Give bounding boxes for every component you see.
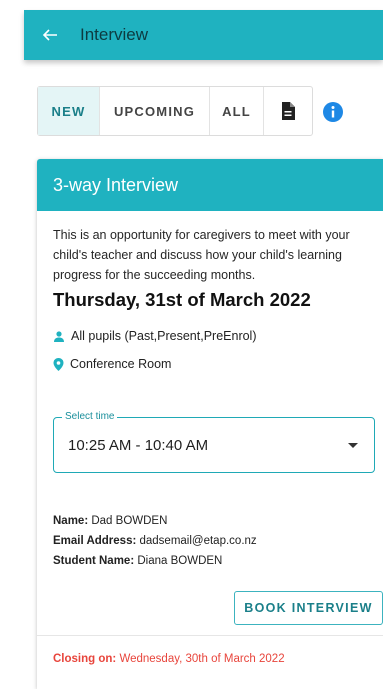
student-value: Diana BOWDEN	[137, 555, 223, 567]
name-line: Name: Dad BOWDEN	[53, 511, 257, 531]
tab-upcoming[interactable]: UPCOMING	[100, 87, 210, 135]
person-icon	[54, 330, 64, 342]
email-line: Email Address: dadsemail@etap.co.nz	[53, 531, 257, 551]
info-button[interactable]	[322, 101, 344, 123]
tab-all[interactable]: ALL	[210, 87, 264, 135]
select-time-label: Select time	[62, 411, 118, 422]
audience-text: All pupils (Past,Present,PreEnrol)	[71, 329, 257, 343]
arrow-left-icon	[42, 29, 57, 41]
card-body: This is an opportunity for caregivers to…	[37, 211, 383, 371]
location-pin-icon	[53, 357, 64, 371]
location-row: Conference Room	[53, 357, 367, 371]
info-icon	[323, 102, 343, 122]
card-title: 3-way Interview	[53, 174, 179, 195]
interview-description: This is an opportunity for caregivers to…	[53, 228, 350, 282]
audience-row: All pupils (Past,Present,PreEnrol)	[53, 329, 367, 343]
document-icon	[282, 102, 295, 120]
back-button[interactable]	[30, 10, 70, 60]
tab-upcoming-label: UPCOMING	[113, 103, 196, 119]
email-label: Email Address:	[53, 535, 137, 547]
name-value: Dad BOWDEN	[91, 515, 168, 527]
interview-date: Thursday, 31st of March 2022	[53, 289, 311, 310]
app-bar: Interview	[24, 10, 383, 60]
user-info: Name: Dad BOWDEN Email Address: dadsemai…	[53, 511, 257, 571]
book-interview-button[interactable]: BOOK INTERVIEW	[234, 591, 383, 625]
divider	[37, 635, 383, 636]
email-value: dadsemail@etap.co.nz	[139, 535, 257, 547]
name-label: Name:	[53, 515, 89, 527]
interview-card: 3-way Interview This is an opportunity f…	[37, 159, 383, 689]
card-header: 3-way Interview	[37, 159, 383, 211]
page-title: Interview	[80, 25, 149, 44]
student-line: Student Name: Diana BOWDEN	[53, 551, 257, 571]
location-text: Conference Room	[70, 357, 172, 371]
select-time-dropdown[interactable]: Select time 10:25 AM - 10:40 AM	[53, 411, 375, 473]
student-label: Student Name:	[53, 555, 135, 567]
closing-label: Closing on:	[53, 653, 117, 665]
tab-all-label: ALL	[222, 103, 251, 119]
tab-new[interactable]: NEW	[38, 87, 100, 135]
filter-tabs: NEW UPCOMING ALL	[37, 86, 313, 136]
document-button[interactable]	[264, 87, 312, 135]
select-time-value: 10:25 AM - 10:40 AM	[68, 437, 209, 454]
caret-down-icon	[348, 443, 358, 448]
closing-notice: Closing on: Wednesday, 30th of March 202…	[53, 653, 285, 665]
tab-new-label: NEW	[51, 103, 86, 119]
closing-date: Wednesday, 30th of March 2022	[119, 653, 285, 665]
